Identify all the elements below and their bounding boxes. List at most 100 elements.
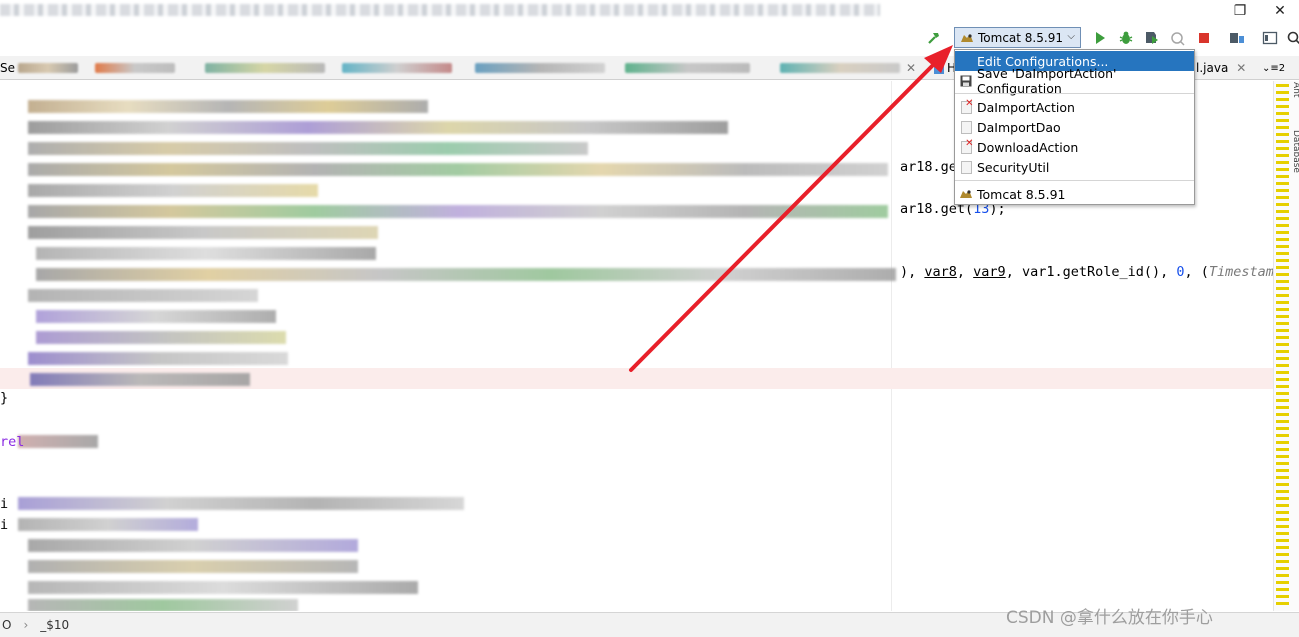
code-line-blurred [28, 289, 258, 302]
hammer-icon[interactable] [924, 28, 944, 48]
menu-item-label: DaImportAction [977, 99, 1075, 115]
code-fragment: i [0, 517, 9, 533]
code-line-blurred [28, 205, 888, 218]
code-line-blurred [28, 226, 378, 239]
code-line-blurred [28, 539, 358, 552]
code-line-blurred [28, 560, 358, 573]
run-configuration-label: Tomcat 8.5.91 [978, 30, 1063, 45]
code-token: ar18.ge [900, 159, 957, 175]
save-configuration-item[interactable]: Save 'DaImportAction' Configuration [955, 66, 1194, 96]
tab-first[interactable]: Se [0, 58, 78, 78]
config-item-daimportaction[interactable]: ✕ DaImportAction [955, 97, 1194, 117]
tab-sixth[interactable] [625, 58, 750, 78]
code-token: , [956, 264, 974, 280]
run-configuration-selector[interactable]: Tomcat 8.5.91 ⌵ [954, 27, 1081, 48]
breadcrumb-separator-icon: › [23, 618, 29, 632]
coverage-icon[interactable] [1142, 28, 1162, 48]
code-line-blurred [28, 163, 888, 176]
run-configuration-dropdown: Edit Configurations... Save 'DaImportAct… [954, 49, 1195, 205]
config-item-tomcat[interactable]: Tomcat 8.5.91 [955, 184, 1194, 204]
tab-label: Se [0, 61, 15, 75]
tab-fifth[interactable] [475, 58, 605, 78]
ide-window: ❐ ✕ Tomcat 8.5.91 ⌵ Se ✕ H l.java ✕ ⌄≡ 2… [0, 0, 1299, 637]
window-title-blurred [0, 4, 880, 16]
code-token: ), [900, 264, 925, 280]
code-line-blurred [28, 599, 298, 611]
profile-icon[interactable] [1168, 28, 1188, 48]
menu-item-label: DaImportDao [977, 119, 1061, 135]
menu-separator [955, 93, 1194, 94]
code-type: Timestamp [1208, 264, 1273, 280]
code-line-blurred [28, 581, 418, 594]
code-line-blurred [18, 435, 98, 448]
tab-blurred-name [205, 63, 325, 73]
code-line-blurred [36, 268, 896, 281]
menu-item-label: Save 'DaImportAction' Configuration [977, 66, 1117, 96]
tab-blurred-name [625, 63, 750, 73]
save-icon [959, 74, 973, 88]
code-token: , ( [1184, 264, 1209, 280]
code-line-blurred [28, 100, 428, 113]
breadcrumb-item[interactable]: _$10 [40, 618, 69, 632]
search-icon[interactable] [1284, 28, 1299, 48]
code-number: 0 [1176, 264, 1185, 280]
tomcat-icon [959, 31, 975, 45]
tab-blurred-name [18, 63, 78, 73]
tab-h[interactable]: H [934, 58, 956, 78]
code-line-blurred [36, 310, 276, 323]
stop-icon[interactable] [1194, 28, 1214, 48]
tab-fourth[interactable] [342, 58, 452, 78]
debug-icon[interactable] [1116, 28, 1136, 48]
code-line-blurred [30, 373, 250, 386]
main-toolbar [0, 24, 1299, 52]
tab-seventh[interactable] [780, 58, 900, 78]
code-line-blurred [36, 331, 286, 344]
menu-item-label: DownloadAction [977, 139, 1079, 155]
java-class-icon [959, 160, 973, 174]
list-icon: ⌄≡ [1262, 62, 1279, 74]
code-variable: var8 [924, 264, 957, 280]
tab-second[interactable] [95, 58, 175, 78]
code-line: ), var8, var9, var1.getRole_id(), 0, (Ti… [900, 264, 1273, 280]
tab-overflow-button[interactable]: ⌄≡ 2 [1262, 58, 1285, 78]
code-line-blurred [18, 518, 198, 531]
restore-window-icon[interactable]: ❐ [1220, 2, 1260, 20]
close-tab-icon[interactable]: ✕ [906, 58, 916, 78]
code-line-blurred [28, 184, 318, 197]
code-fragment: rel [0, 434, 25, 450]
right-margin-guide [891, 81, 892, 611]
java-class-error-icon: ✕ [959, 98, 974, 114]
code-variable: var9 [973, 264, 1006, 280]
chevron-down-icon: ⌵ [1067, 31, 1075, 42]
code-line-blurred [28, 142, 588, 155]
config-item-securityutil[interactable]: SecurityUtil [955, 157, 1194, 177]
overflow-count: 2 [1278, 62, 1286, 74]
tab-java-file[interactable]: l.java ✕ [1196, 58, 1246, 78]
terminal-icon[interactable] [1260, 28, 1280, 48]
java-file-icon [934, 62, 944, 74]
ant-tool-window-label[interactable]: Ant [1291, 82, 1299, 97]
project-structure-icon[interactable] [1227, 28, 1247, 48]
menu-separator [955, 180, 1194, 181]
tab-blurred-name [780, 63, 900, 73]
close-window-icon[interactable]: ✕ [1260, 2, 1299, 20]
title-bar: ❐ ✕ [0, 0, 1299, 22]
tab-blurred-name [475, 63, 605, 73]
warning-marks[interactable] [1276, 84, 1289, 609]
java-class-error-icon: ✕ [959, 138, 974, 154]
code-line-blurred [28, 121, 728, 134]
config-item-daimportdao[interactable]: DaImportDao [955, 117, 1194, 137]
code-line-blurred [18, 497, 464, 510]
closing-brace: } [0, 390, 9, 406]
close-tab-icon[interactable]: ✕ [1236, 61, 1246, 75]
menu-item-label: Tomcat 8.5.91 [977, 186, 1066, 202]
config-item-downloadaction[interactable]: ✕ DownloadAction [955, 137, 1194, 157]
run-icon[interactable] [1090, 28, 1110, 48]
breadcrumb-item[interactable]: O [2, 618, 11, 632]
tab-third[interactable] [205, 58, 325, 78]
code-line-blurred [36, 247, 376, 260]
code-line: ar18.ge [900, 159, 957, 175]
database-tool-window-label[interactable]: Database [1291, 130, 1299, 173]
code-line-blurred [28, 352, 288, 365]
watermark: CSDN @拿什么放在你手心 [1006, 608, 1213, 628]
